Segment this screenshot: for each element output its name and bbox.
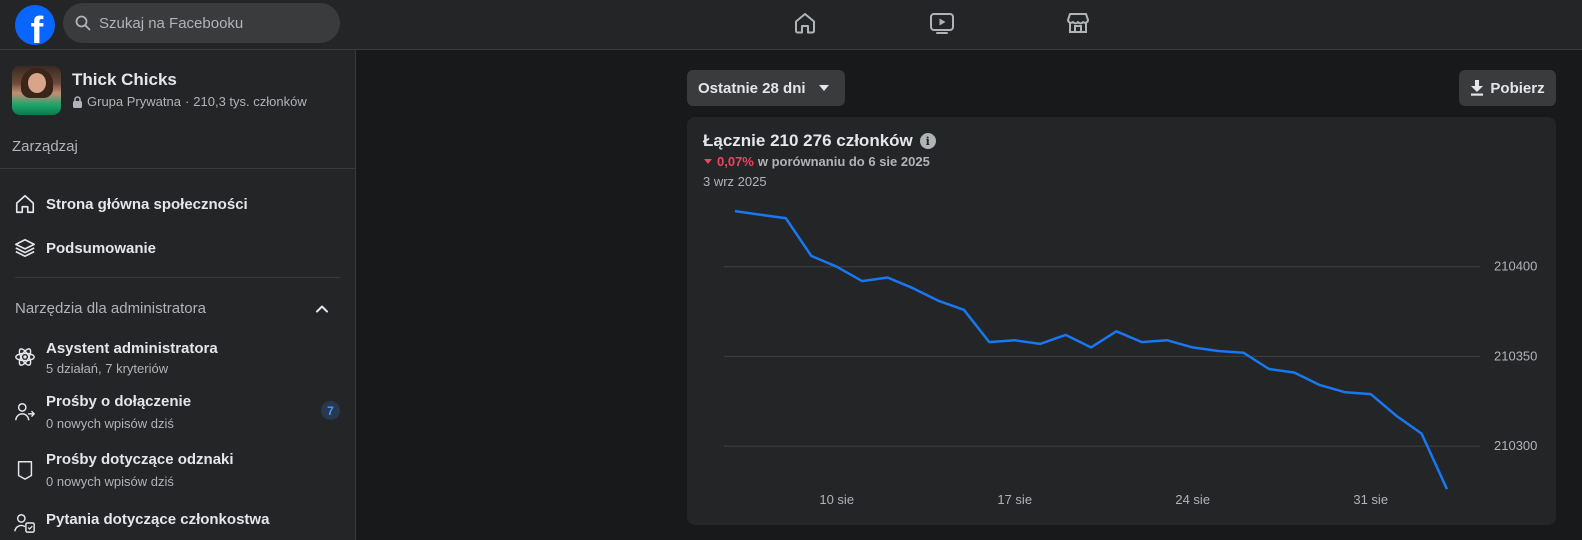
search-icon bbox=[75, 15, 91, 31]
data-point[interactable] bbox=[1265, 365, 1273, 373]
home-icon bbox=[14, 193, 36, 215]
data-point[interactable] bbox=[1214, 347, 1222, 355]
y-tick-label: 210300 bbox=[1494, 438, 1537, 453]
data-point[interactable] bbox=[1036, 340, 1044, 348]
members-line-chart: 210300 210350 210400 10 sie 17 sie 24 sie 31 s… bbox=[724, 207, 1537, 507]
data-point[interactable] bbox=[1240, 349, 1248, 357]
y-tick-label: 210350 bbox=[1494, 348, 1537, 363]
data-point[interactable] bbox=[1163, 336, 1171, 344]
data-point[interactable] bbox=[858, 277, 866, 285]
notification-badge: 7 bbox=[321, 401, 340, 420]
member-questions-icon bbox=[14, 512, 36, 534]
chevron-up-icon[interactable] bbox=[314, 301, 330, 317]
sidebar-item-sub: 5 działań, 7 kryteriów bbox=[46, 361, 169, 376]
search-input[interactable] bbox=[99, 14, 319, 32]
data-point[interactable] bbox=[1367, 390, 1375, 398]
group-members: 210,3 tys. członków bbox=[193, 94, 307, 109]
sidebar-item-sub: 0 nowych wpisów dziś bbox=[46, 416, 174, 431]
video-icon[interactable] bbox=[929, 10, 955, 36]
data-point[interactable] bbox=[1341, 388, 1349, 396]
home-icon[interactable] bbox=[792, 10, 818, 36]
layers-icon bbox=[14, 237, 36, 259]
sidebar-item-community-home[interactable]: Strona główna społeczności bbox=[0, 182, 355, 226]
facebook-logo[interactable]: f bbox=[15, 5, 55, 45]
members-chart-card: Łącznie 210 276 członków i 0,07% w porów… bbox=[687, 117, 1556, 525]
data-point[interactable] bbox=[884, 273, 892, 281]
data-point[interactable] bbox=[1443, 485, 1451, 493]
atom-icon bbox=[14, 346, 36, 368]
marketplace-icon[interactable] bbox=[1065, 10, 1091, 36]
y-tick-label: 210400 bbox=[1494, 259, 1537, 274]
sidebar-item-label: Prośby o dołączenie bbox=[46, 393, 192, 410]
sidebar-item-label: Strona główna społeczności bbox=[46, 195, 248, 213]
x-tick-label: 24 sie bbox=[1175, 492, 1210, 507]
data-point[interactable] bbox=[807, 252, 815, 260]
data-point[interactable] bbox=[1392, 412, 1400, 420]
data-point[interactable] bbox=[1418, 430, 1426, 438]
data-point[interactable] bbox=[782, 214, 790, 222]
sidebar-item-overview[interactable]: Podsumowanie bbox=[0, 226, 355, 270]
data-point[interactable] bbox=[731, 207, 739, 215]
date-range-dropdown[interactable]: Ostatnie 28 dni bbox=[687, 70, 845, 106]
admin-tools-heading: Narzędzia dla administratora bbox=[15, 300, 206, 317]
group-meta: Grupa Prywatna · 210,3 tys. członków bbox=[72, 94, 307, 109]
group-header[interactable]: Thick Chicks Grupa Prywatna · 210,3 tys.… bbox=[12, 66, 342, 116]
data-point[interactable] bbox=[934, 297, 942, 305]
sidebar-item-sub: 0 nowych wpisów dziś bbox=[46, 474, 174, 489]
data-point[interactable] bbox=[909, 284, 917, 292]
data-point[interactable] bbox=[985, 338, 993, 346]
sidebar: Thick Chicks Grupa Prywatna · 210,3 tys.… bbox=[0, 50, 356, 540]
caret-down-icon bbox=[818, 85, 829, 91]
data-point[interactable] bbox=[756, 211, 764, 219]
data-point[interactable] bbox=[1189, 343, 1197, 351]
download-button[interactable]: Pobierz bbox=[1459, 70, 1556, 106]
badge-icon bbox=[14, 459, 36, 481]
sidebar-item-label: Asystent administratora bbox=[46, 340, 218, 357]
group-name[interactable]: Thick Chicks bbox=[72, 70, 177, 90]
lock-icon bbox=[73, 95, 82, 108]
person-add-icon bbox=[14, 401, 36, 423]
download-icon bbox=[1471, 80, 1484, 96]
top-bar: f bbox=[0, 0, 1582, 50]
sidebar-item-label: Prośby dotyczące odznaki bbox=[46, 451, 234, 468]
sidebar-item-label: Podsumowanie bbox=[46, 239, 157, 257]
search-box[interactable] bbox=[63, 3, 340, 43]
data-point[interactable] bbox=[833, 263, 841, 271]
group-avatar[interactable] bbox=[12, 66, 61, 115]
group-privacy: Grupa Prywatna bbox=[87, 94, 181, 109]
date-range-label: Ostatnie 28 dni bbox=[698, 79, 806, 97]
data-point[interactable] bbox=[1087, 343, 1095, 351]
sidebar-item-badge-requests[interactable]: Prośby dotyczące odznaki 0 nowych wpisów… bbox=[0, 446, 355, 496]
data-point[interactable] bbox=[1062, 331, 1070, 339]
x-tick-label: 10 sie bbox=[819, 492, 854, 507]
sidebar-item-admin-assistant[interactable]: Asystent administratora 5 działań, 7 kry… bbox=[0, 334, 355, 384]
data-point[interactable] bbox=[1138, 338, 1146, 346]
sidebar-item-join-requests[interactable]: Prośby o dołączenie 0 nowych wpisów dziś… bbox=[0, 388, 355, 438]
sidebar-item-membership-questions[interactable]: Pytania dotyczące członkostwa bbox=[0, 502, 355, 540]
download-label: Pobierz bbox=[1490, 79, 1545, 97]
x-tick-label: 17 sie bbox=[997, 492, 1032, 507]
sidebar-item-label: Pytania dotyczące członkostwa bbox=[46, 511, 270, 528]
divider bbox=[15, 277, 340, 278]
data-point[interactable] bbox=[1316, 381, 1324, 389]
x-tick-label: 31 sie bbox=[1353, 492, 1388, 507]
data-point[interactable] bbox=[1011, 336, 1019, 344]
data-point[interactable] bbox=[1112, 327, 1120, 335]
manage-heading: Zarządzaj bbox=[12, 138, 78, 155]
divider bbox=[0, 168, 355, 169]
data-point[interactable] bbox=[960, 306, 968, 314]
data-point[interactable] bbox=[1290, 369, 1298, 377]
